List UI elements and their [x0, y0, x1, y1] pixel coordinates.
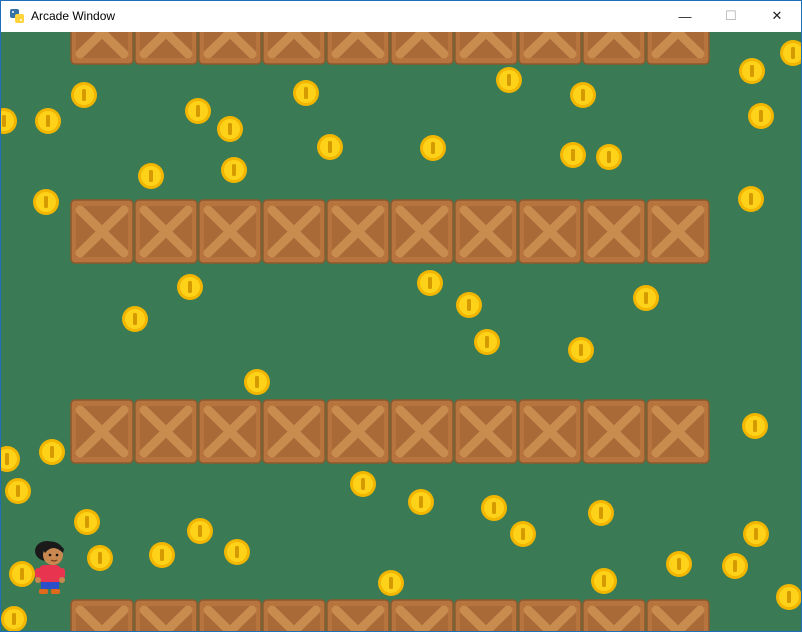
game-canvas[interactable]: [1, 32, 801, 631]
minimize-button[interactable]: —: [662, 1, 708, 31]
coin: [293, 80, 319, 106]
crate: [134, 599, 198, 631]
coin: [350, 471, 376, 497]
crate: [134, 399, 198, 464]
coin: [1, 606, 27, 631]
coin: [221, 157, 247, 183]
crate: [326, 599, 390, 631]
coin: [722, 553, 748, 579]
close-button[interactable]: ✕: [754, 1, 800, 31]
crate: [70, 32, 134, 65]
crate: [518, 32, 582, 65]
crate: [646, 199, 710, 264]
crate: [646, 599, 710, 631]
title-bar[interactable]: Arcade Window — ☐ ✕: [1, 1, 801, 31]
coin: [588, 500, 614, 526]
crate: [198, 399, 262, 464]
coin: [570, 82, 596, 108]
coin: [474, 329, 500, 355]
crate: [326, 199, 390, 264]
coin: [666, 551, 692, 577]
crate: [454, 199, 518, 264]
coin: [481, 495, 507, 521]
crate: [646, 399, 710, 464]
coin: [33, 189, 59, 215]
crate: [454, 599, 518, 631]
coin: [417, 270, 443, 296]
coin: [35, 108, 61, 134]
coin: [39, 439, 65, 465]
crate: [262, 199, 326, 264]
coin: [408, 489, 434, 515]
crate: [582, 599, 646, 631]
coin: [74, 509, 100, 535]
game-background: [1, 32, 801, 631]
coin: [510, 521, 536, 547]
coin: [5, 478, 31, 504]
coin: [456, 292, 482, 318]
crate: [454, 32, 518, 65]
coin: [185, 98, 211, 124]
crate: [646, 32, 710, 65]
coin: [217, 116, 243, 142]
crate: [134, 32, 198, 65]
crate: [582, 199, 646, 264]
coin: [742, 413, 768, 439]
coin: [378, 570, 404, 596]
coin: [748, 103, 774, 129]
crate: [518, 199, 582, 264]
coin: [739, 58, 765, 84]
crate: [390, 399, 454, 464]
coin: [187, 518, 213, 544]
crate: [262, 32, 326, 65]
coin: [633, 285, 659, 311]
coin: [776, 584, 801, 610]
coin: [244, 369, 270, 395]
crate: [326, 399, 390, 464]
coin: [420, 135, 446, 161]
coin: [224, 539, 250, 565]
coin: [591, 568, 617, 594]
coin: [743, 521, 769, 547]
coin: [738, 186, 764, 212]
coin: [138, 163, 164, 189]
crate: [390, 32, 454, 65]
arcade-window: Arcade Window — ☐ ✕: [0, 0, 802, 632]
window-title: Arcade Window: [31, 9, 116, 23]
crate: [70, 199, 134, 264]
coin: [568, 337, 594, 363]
coin: [596, 144, 622, 170]
crate: [390, 199, 454, 264]
coin: [496, 67, 522, 93]
python-app-icon: [10, 9, 24, 23]
coin: [177, 274, 203, 300]
coin: [71, 82, 97, 108]
coin: [9, 561, 35, 587]
crate: [454, 399, 518, 464]
crate: [582, 399, 646, 464]
crate: [70, 599, 134, 631]
crate: [198, 199, 262, 264]
crate: [70, 399, 134, 464]
crate: [518, 599, 582, 631]
coin: [87, 545, 113, 571]
coin: [560, 142, 586, 168]
crate: [518, 399, 582, 464]
crate: [198, 32, 262, 65]
maximize-button[interactable]: ☐: [708, 1, 754, 31]
crate: [326, 32, 390, 65]
crate: [262, 599, 326, 631]
crate: [262, 399, 326, 464]
crate: [390, 599, 454, 631]
crate: [134, 199, 198, 264]
crate: [198, 599, 262, 631]
crate: [582, 32, 646, 65]
coin: [317, 134, 343, 160]
coin: [149, 542, 175, 568]
coin: [122, 306, 148, 332]
